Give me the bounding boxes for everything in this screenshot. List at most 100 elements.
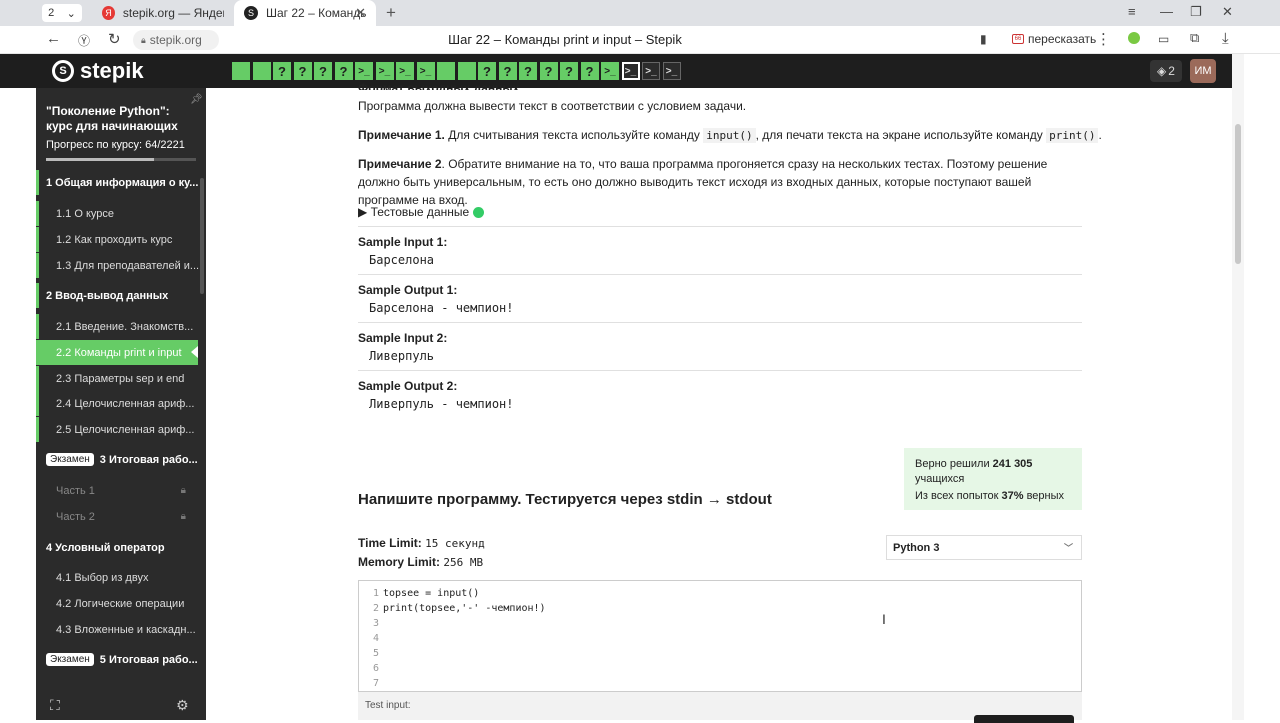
step-17[interactable]: ? xyxy=(560,62,578,80)
chevron-down-icon: ⌄ xyxy=(66,7,76,20)
code-lines[interactable]: topsee = input() print(topsee,'-' -чемпио… xyxy=(383,586,546,691)
step-7[interactable]: >_ xyxy=(355,62,373,80)
exam-badge: Экзамен xyxy=(46,653,94,666)
new-tab-icon[interactable]: + xyxy=(386,3,396,23)
sidebar-item[interactable]: 1.2 Как проходить курс xyxy=(36,227,200,252)
bookmark-icon[interactable]: ▮ xyxy=(980,32,987,46)
step-5[interactable]: ? xyxy=(314,62,332,80)
code-line[interactable]: print(topsee,'-' -чемпион!) xyxy=(383,601,546,616)
step-19[interactable]: >_ xyxy=(601,62,619,80)
tab-counter-button[interactable]: 2 ⌄ xyxy=(42,4,82,22)
step-2[interactable] xyxy=(252,62,271,80)
step-16[interactable]: ? xyxy=(539,62,558,80)
sidebar-item-label: Часть 2 xyxy=(56,510,95,523)
sidebar-item[interactable]: 4.2 Логические операции xyxy=(36,591,200,616)
stats-text: верных xyxy=(1023,490,1065,502)
step-15[interactable]: ? xyxy=(519,62,537,80)
step-1[interactable] xyxy=(232,62,250,80)
sidebar-section[interactable]: Экзамен 5 Итоговая рабо... xyxy=(36,647,200,672)
test-data-label: ▶ Тестовые данные xyxy=(358,205,470,219)
download-icon[interactable]: ⤓ xyxy=(1222,30,1229,47)
close-window-icon[interactable]: ✕ xyxy=(1222,4,1233,20)
step-10[interactable]: >_ xyxy=(416,62,435,80)
step-12[interactable] xyxy=(457,62,476,80)
alice-icon[interactable] xyxy=(1128,32,1140,44)
step-18[interactable]: ? xyxy=(580,62,599,80)
close-tab-icon[interactable]: ✕ xyxy=(355,5,366,21)
sidebar-item[interactable]: 2.5 Целочисленная ариф... xyxy=(36,417,200,442)
course-title[interactable]: "Поколение Python": курс для начинающих xyxy=(46,104,186,134)
sidebar-scrollbar[interactable] xyxy=(200,178,204,294)
step-22[interactable]: >_ xyxy=(662,62,681,80)
avatar[interactable]: ИМ xyxy=(1190,59,1216,83)
note-1: Примечание 1. Для считывания текста испо… xyxy=(358,126,1102,145)
memory-limit-value: 256 MB xyxy=(443,556,484,569)
gear-icon[interactable]: ⚙ xyxy=(176,697,189,714)
sidebar-section[interactable]: 1 Общая информация о ку... xyxy=(36,170,200,195)
menu-icon[interactable]: ≡ xyxy=(1128,4,1136,19)
solved-count: 241 305 xyxy=(992,458,1033,470)
minimize-icon[interactable]: — xyxy=(1160,4,1173,19)
sidebar-item[interactable]: 2.4 Целочисленная ариф... xyxy=(36,391,200,416)
restore-icon[interactable]: ❐ xyxy=(1190,4,1202,20)
code-line[interactable] xyxy=(383,646,546,661)
code-line[interactable] xyxy=(383,676,546,691)
page-scrollbar[interactable] xyxy=(1232,54,1244,720)
step-21[interactable]: >_ xyxy=(642,62,660,80)
terminal-icon: >_ xyxy=(378,65,391,77)
language-value: Python 3 xyxy=(893,541,940,554)
sidebar-item[interactable]: Часть 1 🔒︎ xyxy=(36,478,200,503)
sample-value: Барселона - чемпион! xyxy=(369,301,514,315)
browser-tab-yandex[interactable]: Я stepik.org — Яндекс: нашл xyxy=(92,0,234,26)
retell-button[interactable]: 66 пересказать xyxy=(1012,32,1096,46)
step-20[interactable]: >_ xyxy=(621,62,640,80)
step-9[interactable]: >_ xyxy=(396,62,414,80)
code-line[interactable] xyxy=(383,661,546,676)
more-vertical-icon[interactable]: ⋮ xyxy=(1096,30,1111,48)
test-data-toggle[interactable]: ▶ Тестовые данные xyxy=(358,205,485,219)
code-line[interactable] xyxy=(383,631,546,646)
sidebar-item-label: 2.3 Параметры sep и end xyxy=(56,372,185,385)
sidebar-footer: ⛶ ⚙ xyxy=(36,692,206,720)
code-line[interactable] xyxy=(383,616,546,631)
fullscreen-icon[interactable]: ⛶ xyxy=(50,697,60,714)
sidebar-section[interactable]: Экзамен 3 Итоговая рабо... xyxy=(36,447,200,472)
sidebar-item[interactable]: 1.1 О курсе xyxy=(36,201,200,226)
browser-tab-stepik[interactable]: S Шаг 22 – Команды print ✕ xyxy=(234,0,376,26)
battery-icon[interactable]: ▭ xyxy=(1158,32,1169,46)
pin-icon[interactable]: 📌︎ xyxy=(190,94,203,105)
language-select[interactable]: Python 3 ﹀ xyxy=(886,535,1082,560)
gems-counter[interactable]: ◈ 2 xyxy=(1150,60,1182,82)
step-14[interactable]: ? xyxy=(498,62,517,80)
step-13[interactable]: ? xyxy=(478,62,496,80)
time-limit-label: Time Limit: xyxy=(358,536,422,550)
time-limit-value: 15 секунд xyxy=(425,537,485,550)
sidebar-section[interactable]: 4 Условный оператор xyxy=(36,535,200,560)
stepik-logo[interactable]: S stepik xyxy=(52,58,144,84)
sidebar-item[interactable]: 1.3 Для преподавателей и... xyxy=(36,253,200,278)
step-11[interactable] xyxy=(437,62,455,80)
step-3[interactable]: ? xyxy=(273,62,291,80)
code-line[interactable]: topsee = input() xyxy=(383,586,546,601)
extensions-icon[interactable]: ⧉ xyxy=(1190,30,1199,46)
scrollbar-thumb[interactable] xyxy=(1235,124,1241,264)
sidebar-item[interactable]: 2.2 Команды print и input xyxy=(36,340,198,365)
code-editor[interactable]: 1 2 3 4 5 6 7 topsee = input() print(topsee,'-'… xyxy=(358,580,1082,692)
inline-code: input() xyxy=(703,128,756,143)
stepik-favicon-icon: S xyxy=(244,6,258,20)
progress-bar xyxy=(46,158,196,161)
sidebar-item[interactable]: 2.3 Параметры sep и end xyxy=(36,366,200,391)
sidebar-item[interactable]: 2.1 Введение. Знакомств... xyxy=(36,314,200,339)
sidebar-section[interactable]: 2 Ввод-вывод данных xyxy=(36,283,200,308)
sidebar-item-label: 2 Ввод-вывод данных xyxy=(46,289,169,302)
step-8[interactable]: >_ xyxy=(375,62,394,80)
sidebar-item[interactable]: Часть 2 🔒︎ xyxy=(36,504,200,529)
note-2: Примечание 2. Обратите внимание на то, ч… xyxy=(358,155,1082,209)
terminal-icon: >_ xyxy=(645,65,657,77)
step-4[interactable]: ? xyxy=(293,62,312,80)
sidebar-item[interactable]: 4.3 Вложенные и каскадн... xyxy=(36,617,200,642)
sidebar-item[interactable]: 4.1 Выбор из двух xyxy=(36,565,200,590)
step-6[interactable]: ? xyxy=(334,62,353,80)
terminal-icon: >_ xyxy=(399,65,411,77)
run-button[interactable] xyxy=(974,715,1074,723)
